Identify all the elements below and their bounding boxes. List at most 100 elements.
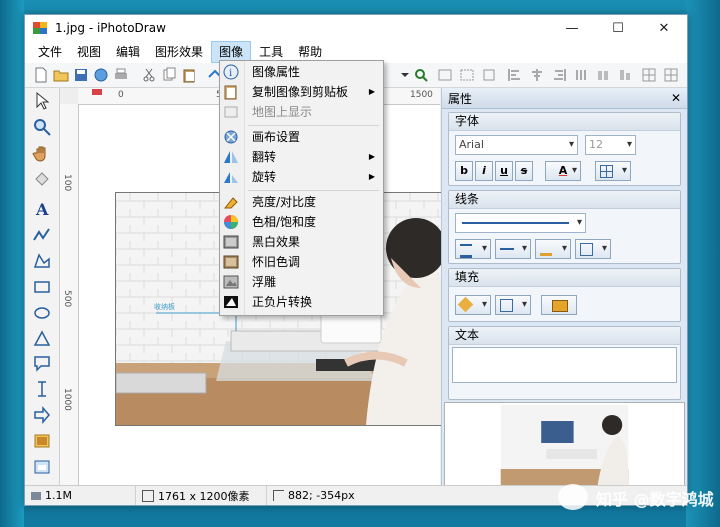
align-left-icon[interactable] <box>507 67 523 83</box>
fill-bucket-icon[interactable] <box>32 169 52 189</box>
menu-canvas-settings[interactable]: 画布设置 <box>220 127 383 147</box>
line-border-button[interactable] <box>575 239 611 259</box>
ruler-label: 100 <box>62 174 72 192</box>
menu-file[interactable]: 文件 <box>31 41 69 63</box>
menu-image-properties[interactable]: i 图像属性 <box>220 62 383 82</box>
flip-icon <box>223 149 239 165</box>
fill-pattern-button[interactable] <box>495 295 531 315</box>
menu-shape-effects[interactable]: 图形效果 <box>148 41 210 63</box>
arrow-style-button[interactable] <box>495 239 531 259</box>
hand-tool-icon[interactable] <box>32 143 52 163</box>
fill-color-button[interactable] <box>455 295 491 315</box>
image-insert-icon[interactable] <box>32 431 52 451</box>
same-height-icon[interactable] <box>617 67 633 83</box>
dimensions-icon <box>142 489 154 502</box>
cut-icon[interactable] <box>141 67 157 83</box>
align-middle-icon[interactable] <box>459 67 475 83</box>
menu-black-white[interactable]: 黑白效果 <box>220 232 383 252</box>
text-tool-icon[interactable]: A <box>32 199 52 219</box>
window-title: 1.jpg - iPhotoDraw <box>55 21 166 35</box>
align-center-icon[interactable] <box>529 67 545 83</box>
properties-panel: 属性 ✕ 字体 Arial 12 b i u s A 线条 填充 <box>441 88 687 496</box>
zoom-dropdown-arrow-icon[interactable] <box>397 67 409 83</box>
line-color-button[interactable] <box>535 239 571 259</box>
text-group-title: 文本 <box>449 327 680 345</box>
strikethrough-button[interactable]: s <box>515 161 533 181</box>
arrow-shape-tool-icon[interactable] <box>32 405 52 425</box>
align-right-icon[interactable] <box>551 67 567 83</box>
ruler-label: 500 <box>62 290 72 308</box>
ungroup-icon[interactable] <box>663 67 679 83</box>
line-style-select[interactable] <box>455 213 586 233</box>
new-file-icon[interactable] <box>33 67 49 83</box>
panel-close-icon[interactable]: ✕ <box>671 91 681 105</box>
menu-edit[interactable]: 编辑 <box>109 41 147 63</box>
line-tool-icon[interactable] <box>32 225 52 245</box>
paste-icon[interactable] <box>181 67 197 83</box>
info-icon: i <box>223 64 239 80</box>
italic-button[interactable]: i <box>475 161 493 181</box>
ellipse-tool-icon[interactable] <box>32 303 52 323</box>
thumbnail-preview[interactable] <box>444 402 685 496</box>
menu-hue-saturation[interactable]: 色相/饱和度 <box>220 212 383 232</box>
sepia-icon <box>223 254 239 270</box>
rectangle-tool-icon[interactable] <box>32 277 52 297</box>
grid-icon <box>600 165 613 178</box>
menu-copy-to-clipboard[interactable]: 复制图像到剪贴板 ▶ <box>220 82 383 102</box>
text-content-input[interactable] <box>452 347 677 383</box>
maximize-button[interactable]: ☐ <box>595 15 641 41</box>
minimize-button[interactable]: — <box>549 15 595 41</box>
select-arrow-icon[interactable] <box>32 91 52 111</box>
image-menu-dropdown: i 图像属性 复制图像到剪贴板 ▶ 地图上显示 画布设置 翻转 ▶ 旋转 ▶ 亮… <box>219 60 384 316</box>
menu-invert[interactable]: 正负片转换 <box>220 292 383 312</box>
font-name-select[interactable]: Arial <box>455 135 578 155</box>
crop-tool-icon[interactable] <box>32 457 52 477</box>
menu-show-on-map[interactable]: 地图上显示 <box>220 102 383 122</box>
image-icon <box>552 300 568 312</box>
font-color-button[interactable]: A <box>545 161 581 181</box>
menu-flip[interactable]: 翻转 ▶ <box>220 147 383 167</box>
same-width-icon[interactable] <box>595 67 611 83</box>
font-group: 字体 Arial 12 b i u s A <box>448 112 681 186</box>
submenu-arrow-icon: ▶ <box>368 87 375 96</box>
line-group-title: 线条 <box>449 191 680 209</box>
group-icon[interactable] <box>641 67 657 83</box>
menu-brightness-contrast[interactable]: 亮度/对比度 <box>220 192 383 212</box>
open-folder-icon[interactable] <box>53 67 69 83</box>
distribute-icon[interactable] <box>573 67 589 83</box>
fill-image-button[interactable] <box>541 295 577 315</box>
underline-button[interactable]: u <box>495 161 513 181</box>
dimension-tool-icon[interactable] <box>32 379 52 399</box>
callout-tool-icon[interactable] <box>32 353 52 373</box>
menu-view[interactable]: 视图 <box>70 41 108 63</box>
hue-icon <box>223 214 239 230</box>
rotate-icon <box>223 169 239 185</box>
close-button[interactable]: ✕ <box>641 15 687 41</box>
menu-item-label: 亮度/对比度 <box>252 195 317 209</box>
font-size-select[interactable]: 12 <box>585 135 636 155</box>
save-icon[interactable] <box>73 67 89 83</box>
text-border-button[interactable] <box>595 161 631 181</box>
ruler-left: 100 500 1000 <box>60 104 79 486</box>
ruler-label: 1000 <box>62 388 72 411</box>
line-weight-button[interactable] <box>455 239 491 259</box>
grid-icon <box>580 243 593 256</box>
menu-sepia[interactable]: 怀旧色调 <box>220 252 383 272</box>
web-icon[interactable] <box>93 67 109 83</box>
align-top-icon[interactable] <box>437 67 453 83</box>
image-dimensions: 1761 x 1200像素 <box>158 489 250 503</box>
svg-text:i: i <box>229 68 232 79</box>
align-bottom-icon[interactable] <box>481 67 497 83</box>
polyline-tool-icon[interactable] <box>32 251 52 271</box>
grid-icon <box>500 299 513 312</box>
bold-button[interactable]: b <box>455 161 473 181</box>
menu-emboss[interactable]: 浮雕 <box>220 272 383 292</box>
triangle-tool-icon[interactable] <box>32 329 52 349</box>
zoom-tool-icon[interactable] <box>32 117 52 137</box>
zoom-fit-icon[interactable] <box>413 67 429 83</box>
properties-panel-title: 属性 <box>448 91 473 106</box>
menu-rotate[interactable]: 旋转 ▶ <box>220 167 383 187</box>
print-icon[interactable] <box>113 67 129 83</box>
copy-icon[interactable] <box>161 67 177 83</box>
arrow-style-icon <box>500 248 514 250</box>
